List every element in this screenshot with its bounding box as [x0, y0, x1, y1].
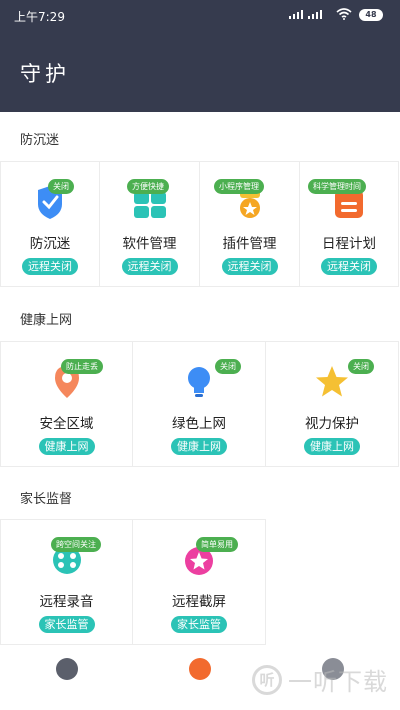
section-title-anti-addiction: 防沉迷: [20, 133, 60, 148]
healthy-internet-row: 防止走丢 安全区域 健康上网 关闭 绿色上网 健康上网 关闭 视力保护 健康上网: [0, 341, 399, 467]
healthy-internet-button[interactable]: 健康上网: [304, 438, 360, 455]
grid-item-plugin-management[interactable]: 小程序管理 插件管理 远程关闭: [200, 161, 300, 287]
tag-badge: 小程序管理: [214, 179, 264, 194]
remote-close-button[interactable]: 远程关闭: [22, 258, 78, 275]
tag-badge: 关闭: [48, 179, 74, 194]
remote-close-button[interactable]: 远程关闭: [121, 258, 178, 275]
section-title-healthy-internet: 健康上网: [20, 313, 73, 328]
grid-item-label: 防沉迷: [29, 236, 71, 252]
page-title: 守护: [20, 62, 70, 86]
grid-item-label: 安全区域: [39, 416, 94, 432]
tag-badge: 防止走丢: [61, 359, 103, 374]
grid-item-label: 日程计划: [322, 236, 376, 252]
grid-item-label: 插件管理: [222, 236, 277, 252]
anti-addiction-row: 关闭 防沉迷 远程关闭 方便快捷 软件管理 远程关闭 小程序管理 插件管理 远程…: [0, 161, 399, 287]
remote-close-button[interactable]: 远程关闭: [321, 258, 377, 275]
healthy-internet-button[interactable]: 健康上网: [171, 438, 227, 455]
grid-item-schedule[interactable]: 科学管理时间 日程计划 远程关闭: [300, 161, 399, 287]
watermark-text: 一听下载: [288, 668, 388, 696]
guard-tab-icon[interactable]: [189, 658, 211, 680]
grid-item-remote-screenshot[interactable]: 简单易用 远程截屏 家长监管: [133, 519, 266, 645]
grid-item-label: 绿色上网: [172, 416, 226, 432]
status-bar: 上午7:29 48: [0, 0, 400, 30]
grid-item-eye-protection[interactable]: 关闭 视力保护 健康上网: [266, 341, 399, 467]
grid-item-software-management[interactable]: 方便快捷 软件管理 远程关闭: [100, 161, 200, 287]
grid-item-anti-addiction[interactable]: 关闭 防沉迷 远程关闭: [0, 161, 100, 287]
home-tab-icon[interactable]: [56, 658, 78, 680]
tag-badge: 关闭: [348, 359, 374, 374]
grid-item-label: 软件管理: [122, 236, 177, 252]
battery-icon: 48: [359, 9, 383, 21]
section-title-parental-supervision: 家长监督: [20, 492, 73, 507]
signal-icon: [289, 10, 322, 19]
healthy-internet-button[interactable]: 健康上网: [38, 438, 95, 455]
grid-item-safe-area[interactable]: 防止走丢 安全区域 健康上网: [0, 341, 133, 467]
tag-badge: 方便快捷: [127, 179, 169, 194]
parental-supervision-button[interactable]: 家长监管: [38, 616, 95, 633]
header: 上午7:29 48 守护: [0, 0, 400, 112]
remote-close-button[interactable]: 远程关闭: [221, 258, 278, 275]
grid-item-remote-recording[interactable]: 跨空间关注 远程录音 家长监管: [0, 519, 133, 645]
status-time: 上午7:29: [14, 10, 65, 24]
grid-item-label: 视力保护: [305, 416, 359, 432]
tag-badge: 简单易用: [196, 537, 238, 552]
grid-item-label: 远程录音: [39, 594, 94, 610]
tag-badge: 科学管理时间: [308, 179, 366, 194]
parental-supervision-row: 跨空间关注 远程录音 家长监管 简单易用 远程截屏 家长监管: [0, 519, 266, 645]
tag-badge: 跨空间关注: [51, 537, 101, 552]
wifi-icon: [336, 8, 352, 20]
watermark: 听 一听下载: [252, 662, 388, 697]
parental-supervision-button[interactable]: 家长监管: [171, 616, 227, 633]
grid-item-label: 远程截屏: [172, 594, 226, 610]
tag-badge: 关闭: [215, 359, 241, 374]
watermark-logo-icon: 听: [252, 664, 282, 695]
grid-item-green-internet[interactable]: 关闭 绿色上网 健康上网: [133, 341, 266, 467]
